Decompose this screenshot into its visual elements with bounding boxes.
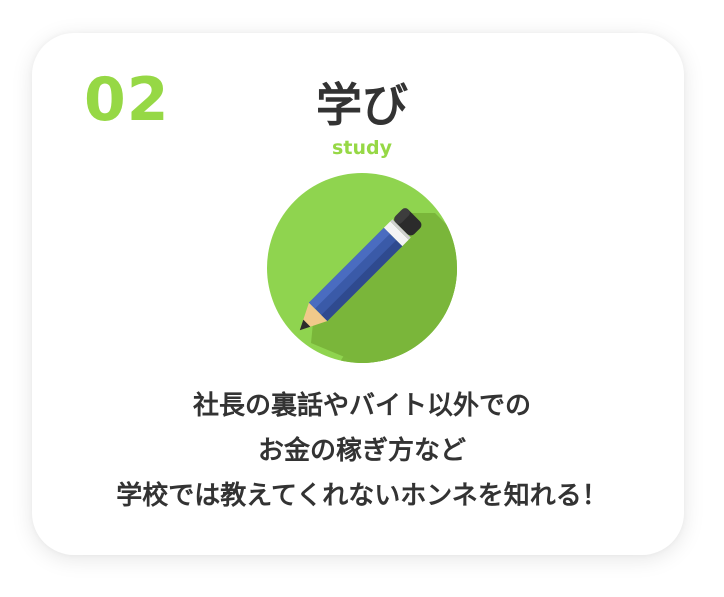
description-line: 社長の裏話やバイト以外での — [192, 391, 531, 421]
card-title: 学び — [316, 78, 408, 132]
card-subtitle: study — [332, 137, 392, 159]
page: 02 学び study 社長の裏話やバイト以外での お金の稼ぎ方など 学校では教… — [0, 0, 724, 597]
description-line: 学校では教えてくれないホンネを知れる！ — [116, 481, 608, 511]
description-line: お金の稼ぎ方など — [257, 436, 466, 466]
card-description: 社長の裏話やバイト以外での お金の稼ぎ方など 学校では教えてくれないホンネを知れ… — [40, 384, 684, 519]
pencil-icon — [267, 173, 457, 363]
